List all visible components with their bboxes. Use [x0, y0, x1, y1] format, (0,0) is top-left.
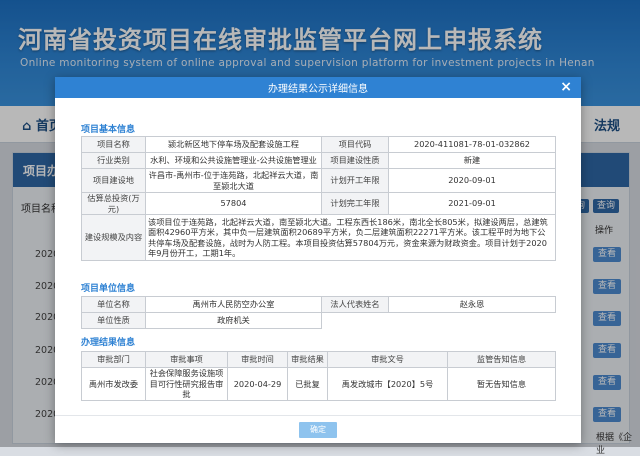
label-unit-name: 单位名称	[81, 296, 146, 313]
label-industry: 行业类别	[81, 152, 146, 169]
label-project-code: 项目代码	[321, 136, 389, 153]
project-name: 颍北新区地下停车场及配套设施工程	[145, 136, 322, 153]
approval-dept: 禹州市发改委	[81, 367, 146, 401]
location: 许昌市-禹州市-位于连苑路，北起祥云大道，南至颍北大道	[145, 168, 322, 193]
label-investment: 估算总投资(万元)	[81, 192, 146, 215]
label-location: 项目建设地	[81, 168, 146, 193]
empty-cell	[322, 313, 389, 329]
header-notice: 监管告知信息	[447, 351, 556, 368]
result-table: 审批部门 审批事项 审批时间 审批结果 审批文号 监管告知信息 禹州市发改委 社…	[81, 351, 556, 401]
label-legal-rep: 法人代表姓名	[321, 296, 389, 313]
start-date: 2020-09-01	[388, 168, 556, 193]
confirm-button[interactable]: 确定	[299, 422, 337, 438]
approval-time: 2020-04-29	[227, 367, 288, 401]
industry: 水利、环境和公共设施管理业-公共设施管理业	[145, 152, 322, 169]
modal-body: 项目基本信息 项目名称 颍北新区地下停车场及配套设施工程 项目代码 2020-4…	[55, 98, 581, 443]
label-project-name: 项目名称	[81, 136, 146, 153]
header-doc-no: 审批文号	[327, 351, 448, 368]
project-code: 2020-411081-78-01-032862	[388, 136, 556, 153]
approval-doc-no: 禹发改城市【2020】5号	[327, 367, 448, 401]
legal-representative: 赵永恩	[388, 296, 556, 313]
header-item: 审批事项	[145, 351, 228, 368]
label-scale: 建设规模及内容	[81, 214, 146, 261]
section-basic-info: 项目基本信息	[81, 125, 136, 135]
label-finish-year: 计划完工年限	[321, 192, 389, 215]
approval-result: 已批复	[287, 367, 328, 401]
empty-cell	[389, 313, 556, 329]
basic-info-table: 项目名称 颍北新区地下停车场及配套设施工程 项目代码 2020-411081-7…	[81, 136, 556, 261]
footer-divider	[55, 415, 581, 416]
finish-date: 2021-09-01	[388, 192, 556, 215]
unit-info-table: 单位名称 禹州市人民防空办公室 法人代表姓名 赵永恩 单位性质 政府机关	[81, 296, 556, 329]
construction-scale: 该项目位于连苑路，北起祥云大道，南至颍北大道。工程东西长186米，南北全长805…	[145, 214, 556, 261]
modal-title: 办理结果公示详细信息	[268, 84, 368, 95]
header-dept: 审批部门	[81, 351, 146, 368]
approval-item: 社会保障服务设施项目可行性研究报告审批	[145, 367, 228, 401]
supervision-notice: 暂无告知信息	[447, 367, 556, 401]
close-icon[interactable]: ×	[560, 78, 572, 96]
label-unit-nature: 单位性质	[81, 312, 146, 329]
unit-name: 禹州市人民防空办公室	[145, 296, 322, 313]
construction-nature: 新建	[388, 152, 556, 169]
unit-nature: 政府机关	[145, 312, 322, 329]
total-investment: 57804	[145, 192, 322, 215]
modal-header: 办理结果公示详细信息 ×	[55, 77, 581, 98]
result-detail-modal: 办理结果公示详细信息 × 项目基本信息 项目名称 颍北新区地下停车场及配套设施工…	[55, 77, 581, 443]
table-row: 禹州市发改委 社会保障服务设施项目可行性研究报告审批 2020-04-29 已批…	[81, 367, 556, 401]
header-time: 审批时间	[227, 351, 288, 368]
label-start-year: 计划开工年限	[321, 168, 389, 193]
section-unit-info: 项目单位信息	[81, 284, 136, 294]
section-result-info: 办理结果信息	[81, 338, 136, 348]
header-result: 审批结果	[287, 351, 328, 368]
label-nature: 项目建设性质	[321, 152, 389, 169]
